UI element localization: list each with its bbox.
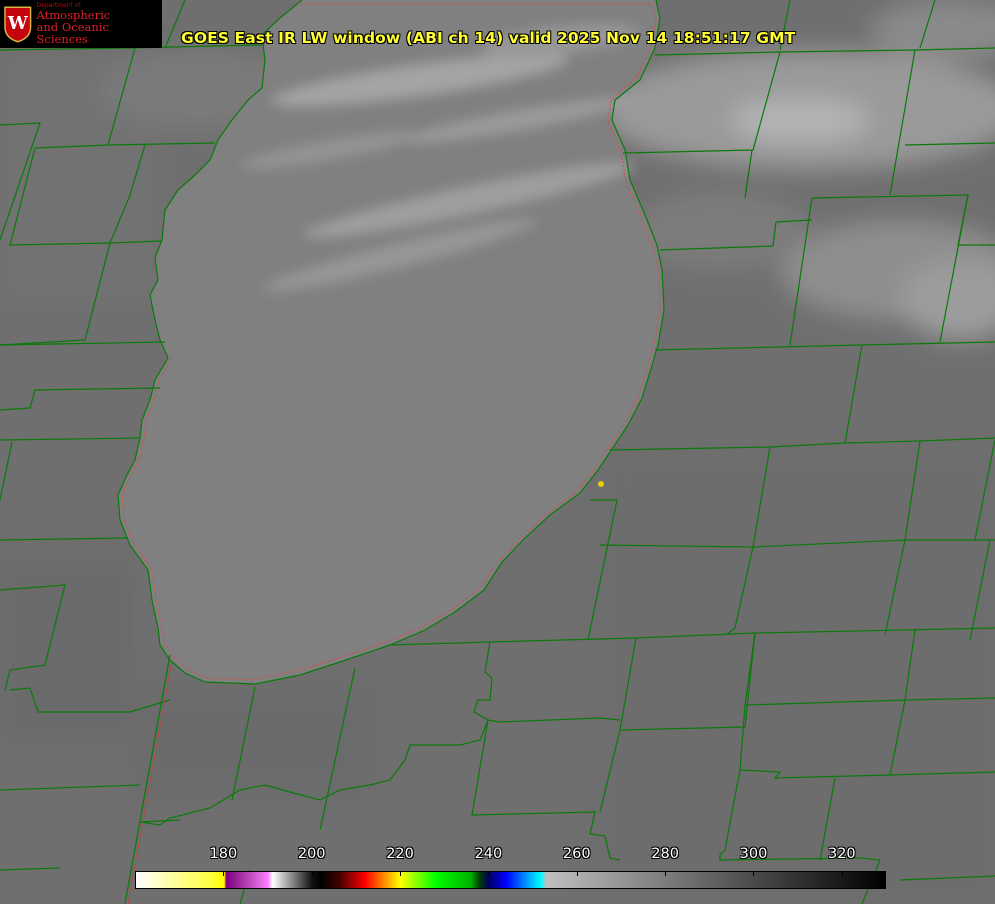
- crest-icon: W: [4, 6, 32, 43]
- ir-satellite-map: [0, 0, 995, 904]
- colorbar-tick-label: 180: [209, 846, 238, 862]
- satellite-map-view: W Department of Atmospheric and Oceanic …: [0, 0, 995, 904]
- logo-line-2: and Oceanic Sciences: [36, 20, 109, 47]
- colorbar-tick-label: 300: [739, 846, 768, 862]
- colorbar-tick-mark: [400, 871, 402, 876]
- colorbar-tick-mark: [311, 871, 313, 876]
- colorbar-gradient: [136, 872, 885, 888]
- colorbar-tick-label: 280: [651, 846, 679, 862]
- university-logo: W Department of Atmospheric and Oceanic …: [0, 0, 162, 48]
- colorbar-tick-label: 320: [827, 846, 856, 862]
- station-marker: [598, 481, 604, 487]
- colorbar-tick-label: 200: [297, 846, 326, 862]
- colorbar-tick-label: 260: [562, 846, 591, 862]
- colorbar-tick-mark: [223, 871, 225, 876]
- colorbar-tick-mark: [576, 871, 578, 876]
- svg-text:W: W: [7, 13, 29, 34]
- colorbar-tick-mark: [665, 871, 667, 876]
- image-title: GOES East IR LW window (ABI ch 14) valid…: [181, 29, 796, 47]
- colorbar-tick-mark: [841, 871, 843, 876]
- colorbar-tick-labels: 180 200 220 240 260 280 300 320: [0, 846, 995, 868]
- colorbar-tick-mark: [488, 871, 490, 876]
- colorbar-tick-mark: [753, 871, 755, 876]
- colorbar-tick-label: 220: [386, 846, 414, 862]
- colorbar: [135, 871, 886, 889]
- colorbar-tick-label: 240: [474, 846, 503, 862]
